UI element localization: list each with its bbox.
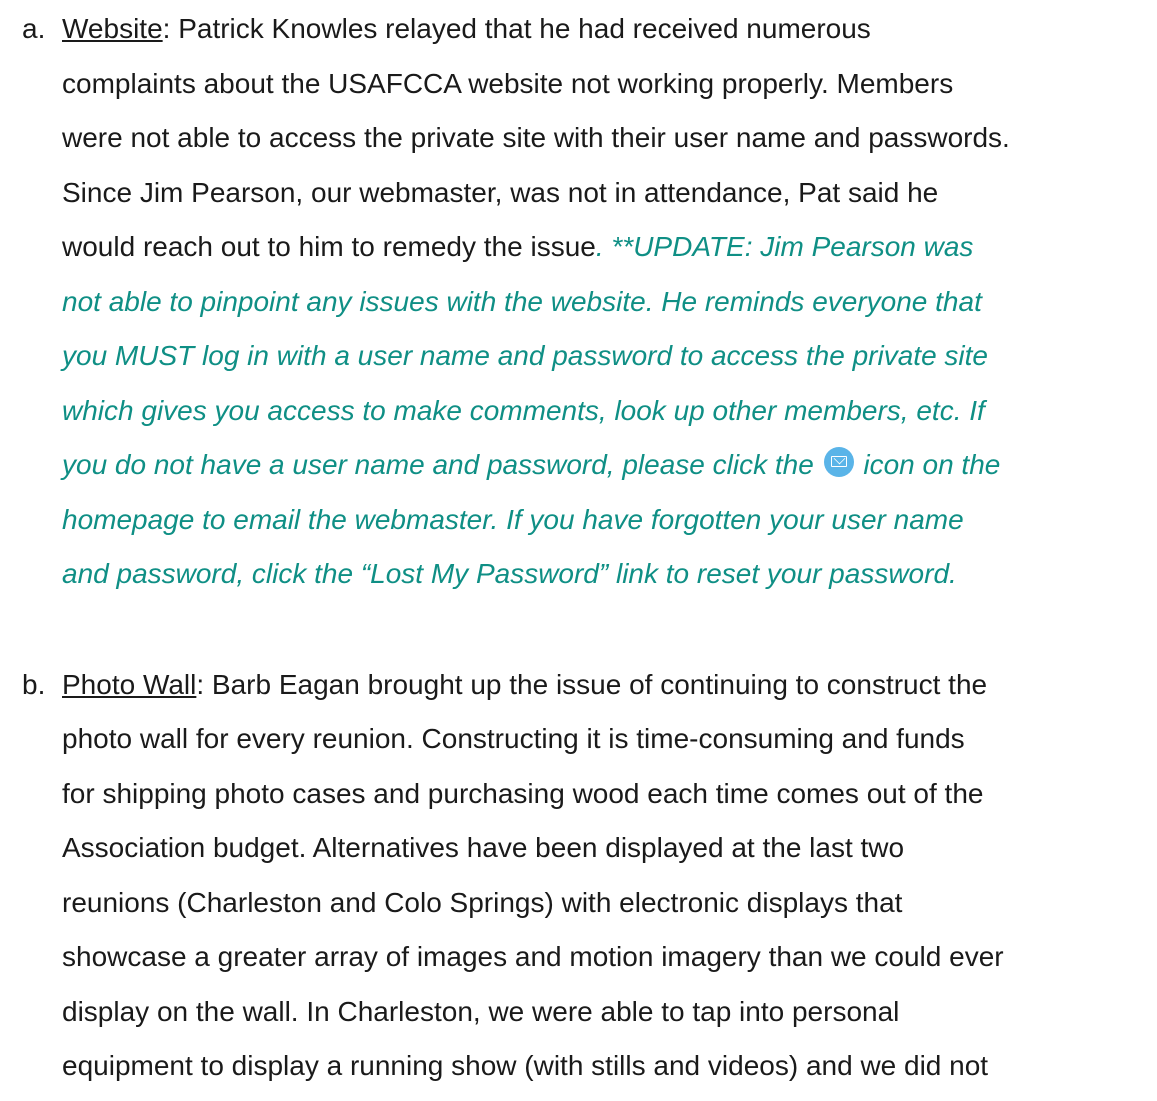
- update-line: you MUST log in with a user name and pas…: [62, 340, 988, 371]
- update-line: not able to pinpoint any issues with the…: [62, 285, 982, 317]
- agenda-item-photo-wall: b. Photo Wall: Barb Eagan brought up the…: [22, 658, 1140, 1094]
- text-line: Photo Wall: Barb Eagan brought up the is…: [62, 668, 988, 700]
- text-line: photo wall for every reunion. Constructi…: [62, 723, 965, 754]
- update-line: which gives you access to make comments,…: [62, 394, 985, 426]
- item-marker: a.: [22, 13, 46, 44]
- text-line: Website: Patrick Knowles relayed that he…: [62, 13, 871, 44]
- update-note: . **UPDATE: Jim Pearson was: [595, 231, 974, 262]
- update-line: homepage to email the webmaster. If you …: [62, 503, 964, 535]
- text-line: showcase a greater array of images and m…: [62, 941, 1004, 972]
- update-line: and password, click the “Lost My Passwor…: [62, 558, 957, 589]
- item-heading: Photo Wall: [62, 668, 197, 700]
- item-body: Photo Wall: Barb Eagan brought up the is…: [62, 658, 1140, 1094]
- item-marker: b.: [22, 668, 46, 700]
- text-line: for shipping photo cases and purchasing …: [62, 777, 984, 809]
- agenda-item-website: a. Website: Patrick Knowles relayed that…: [22, 2, 1140, 602]
- text-line: complaints about the USAFCCA website not…: [62, 67, 954, 99]
- text-line: Association budget. Alternatives have be…: [62, 832, 905, 863]
- text-line: reunions (Charleston and Colo Springs) w…: [62, 886, 903, 918]
- item-heading: Website: [62, 13, 163, 44]
- email-icon[interactable]: [823, 447, 854, 477]
- item-body: Website: Patrick Knowles relayed that he…: [62, 2, 1140, 602]
- text-line: equipment to display a running show (wit…: [62, 1050, 989, 1081]
- text-line: Since Jim Pearson, our webmaster, was no…: [62, 176, 939, 208]
- text-line: would reach out to him to remedy the iss…: [62, 231, 974, 262]
- text-line: were not able to access the private site…: [62, 122, 1010, 153]
- minutes-document: a. Website: Patrick Knowles relayed that…: [22, 0, 1140, 1094]
- text-line: display on the wall. In Charleston, we w…: [62, 995, 900, 1027]
- update-line: you do not have a user name and password…: [62, 447, 1001, 480]
